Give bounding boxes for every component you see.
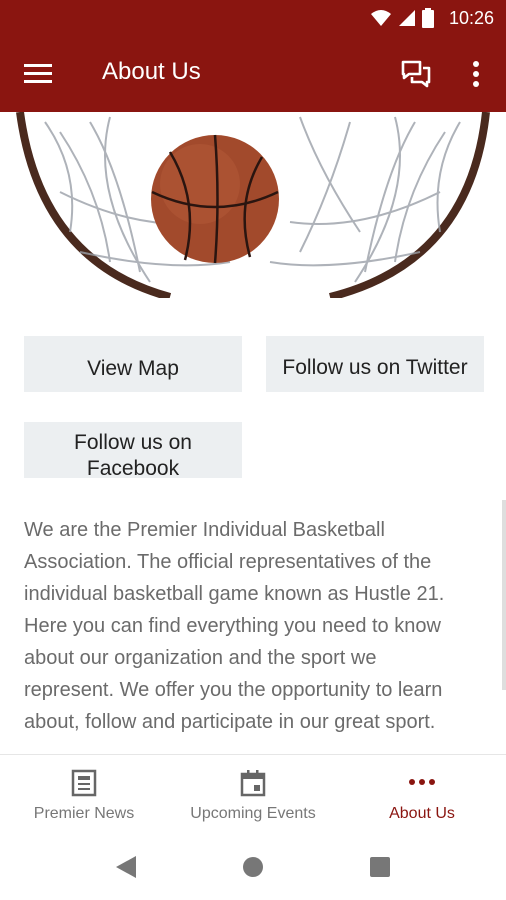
- page-title: About Us: [102, 58, 201, 85]
- status-time: 10:26: [448, 8, 494, 28]
- status-bar: 10:26: [0, 0, 506, 36]
- chat-icon[interactable]: [400, 58, 432, 90]
- home-icon[interactable]: [242, 856, 264, 878]
- system-navigation-bar: [0, 834, 506, 900]
- signal-icon: [399, 10, 415, 26]
- recents-icon[interactable]: [369, 856, 391, 878]
- nav-label: Upcoming Events: [190, 805, 316, 822]
- nav-label: Premier News: [33, 805, 135, 822]
- more-horiz-icon: [409, 779, 435, 785]
- nav-label: About Us: [389, 805, 455, 822]
- nav-premier-news[interactable]: Premier News: [0, 755, 168, 835]
- hero-image: [0, 112, 506, 298]
- more-vert-icon[interactable]: [464, 58, 488, 90]
- bottom-navigation: Premier News Upcoming Events About Us: [0, 754, 506, 835]
- menu-icon[interactable]: [22, 60, 54, 88]
- follow-twitter-button[interactable]: Follow us on Twitter: [266, 336, 484, 392]
- scrollbar[interactable]: [502, 500, 506, 690]
- follow-facebook-button[interactable]: Follow us on Facebook: [24, 422, 242, 478]
- back-icon[interactable]: [114, 854, 138, 880]
- status-icons: [370, 8, 434, 28]
- view-map-button[interactable]: View Map: [24, 336, 242, 392]
- news-icon: [71, 769, 97, 797]
- battery-icon: [422, 8, 434, 28]
- basketball-hoop-image: [0, 112, 506, 298]
- about-description: We are the Premier Individual Basketball…: [24, 519, 445, 733]
- wifi-icon: [371, 10, 391, 26]
- app-bar: About Us: [0, 36, 506, 112]
- nav-upcoming-events[interactable]: Upcoming Events: [168, 755, 338, 835]
- calendar-icon: [240, 770, 266, 797]
- nav-about-us[interactable]: About Us: [338, 755, 506, 835]
